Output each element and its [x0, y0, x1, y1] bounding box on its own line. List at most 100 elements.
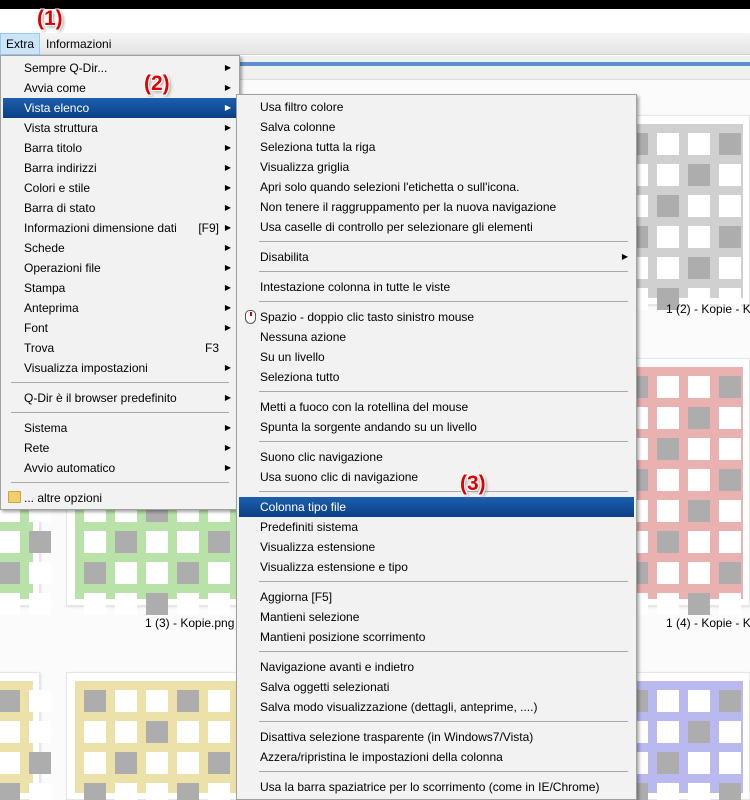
menu-item-label: Salva modo visualizzazione (dettagli, an… — [260, 700, 538, 714]
menu-item-label: Trova — [24, 341, 55, 355]
menu-item-operazioni-file[interactable]: Operazioni file ▶ — [3, 258, 237, 278]
menu-item-vista-elenco[interactable]: Vista elenco ▶ — [3, 98, 237, 118]
submenu-arrow-icon: ▶ — [224, 303, 231, 312]
menu-item-aggiorna-f5[interactable]: Aggiorna [F5] — [239, 587, 634, 607]
callout-3: (3) — [460, 472, 486, 495]
menu-item-vista-struttura[interactable]: Vista struttura ▶ — [3, 118, 237, 138]
submenu-arrow-icon: ▶ — [224, 143, 231, 152]
menu-item-label: Su un livello — [260, 350, 325, 364]
menu-item-label: ... altre opzioni — [24, 491, 103, 505]
menu-item-label: Spazio - doppio clic tasto sinistro mous… — [260, 310, 475, 324]
menu-item-nessuna-azione[interactable]: Nessuna azione — [239, 327, 634, 347]
menu-item-mantieni-selezione[interactable]: Mantieni selezione — [239, 607, 634, 627]
menu-item-label: Colori e stile — [24, 181, 91, 195]
menu-item-navigazione-avanti-e-indietro[interactable]: Navigazione avanti e indietro — [239, 657, 634, 677]
menu-item-label: Suono clic navigazione — [260, 450, 383, 464]
menu-item-barra-di-stato[interactable]: Barra di stato ▶ — [3, 198, 237, 218]
menu-separator — [259, 441, 628, 442]
menu-item-font[interactable]: Font ▶ — [3, 318, 237, 338]
menu-item-usa-suono-clic-di-navigazione[interactable]: Usa suono clic di navigazione — [239, 467, 634, 487]
menu-item-sempre-q-dir[interactable]: Sempre Q-Dir... ▶ — [3, 58, 237, 78]
submenu-arrow-icon: ▶ — [224, 223, 231, 232]
menu-item-label: Mantieni selezione — [260, 610, 360, 624]
menu-item-avvio-automatico[interactable]: Avvio automatico ▶ — [3, 458, 237, 478]
menu-item-visualizza-griglia[interactable]: Visualizza griglia — [239, 157, 634, 177]
menu-item-label: Colonna tipo file — [260, 500, 347, 514]
menu-item-label: Operazioni file — [24, 261, 101, 275]
menu-item-label: Seleziona tutto — [260, 370, 340, 384]
menu-item-azzera-ripristina-le-impostazioni-della-colonna[interactable]: Azzera/ripristina le impostazioni della … — [239, 747, 634, 767]
menu-item-label: Schede — [24, 241, 65, 255]
active-pane-bar — [238, 62, 750, 66]
submenu-arrow-icon: ▶ — [224, 323, 231, 332]
menu-item-informazioni-dimensione-dati[interactable]: Informazioni dimensione dati [F9] ▶ — [3, 218, 237, 238]
menu-item-label: Rete — [24, 441, 50, 455]
thumbnail-image — [75, 681, 261, 800]
menu-item-salva-colonne[interactable]: Salva colonne — [239, 117, 634, 137]
menu-item-label: Avvio automatico — [24, 461, 116, 475]
menu-item-colori-e-stile[interactable]: Colori e stile ▶ — [3, 178, 237, 198]
menu-item-non-tenere-il-raggruppamento-per-la-nuova-navigazione[interactable]: Non tenere il raggruppamento per la nuov… — [239, 197, 634, 217]
menu-item-disattiva-selezione-trasparente-in-windows7-vista[interactable]: Disattiva selezione trasparente (in Wind… — [239, 727, 634, 747]
menu-item-seleziona-tutto[interactable]: Seleziona tutto — [239, 367, 634, 387]
menu-item-su-un-livello[interactable]: Su un livello — [239, 347, 634, 367]
menu-item-q-dir-il-browser-predefinito[interactable]: Q-Dir è il browser predefinito ▶ — [3, 388, 237, 408]
menu-item-spazio-doppio-clic-tasto-sinistro-mouse[interactable]: Spazio - doppio clic tasto sinistro mous… — [239, 307, 634, 327]
menu-item-label: Navigazione avanti e indietro — [260, 660, 415, 674]
menu-item-mantieni-posizione-scorrimento[interactable]: Mantieni posizione scorrimento — [239, 627, 634, 647]
menu-item-usa-filtro-colore[interactable]: Usa filtro colore — [239, 97, 634, 117]
shortcut-text: [F9] — [198, 221, 219, 235]
menu-item-label: Usa caselle di controllo per selezionare… — [260, 220, 533, 234]
menu-item-label: Nessuna azione — [260, 330, 347, 344]
menu-item-trova[interactable]: Trova F3 — [3, 338, 237, 358]
menu-item-sistema[interactable]: Sistema ▶ — [3, 418, 237, 438]
folder-icon — [8, 491, 21, 503]
submenu-arrow-icon: ▶ — [224, 203, 231, 212]
menu-item-barra-indirizzi[interactable]: Barra indirizzi ▶ — [3, 158, 237, 178]
menu-informazioni[interactable]: Informazioni — [41, 33, 116, 55]
menu-separator — [259, 391, 628, 392]
menu-item-label: Seleziona tutta la riga — [260, 140, 376, 154]
menu-item-label: Barra di stato — [24, 201, 96, 215]
submenu-arrow-icon: ▶ — [224, 63, 231, 72]
menu-item-schede[interactable]: Schede ▶ — [3, 238, 237, 258]
menu-separator — [259, 651, 628, 652]
menu-item-disabilita[interactable]: Disabilita ▶ — [239, 247, 634, 267]
menu-item-salva-modo-visualizzazione-dettagli-anteprime[interactable]: Salva modo visualizzazione (dettagli, an… — [239, 697, 634, 717]
menu-item-suono-clic-navigazione[interactable]: Suono clic navigazione — [239, 447, 634, 467]
menu-item-predefiniti-sistema[interactable]: Predefiniti sistema — [239, 517, 634, 537]
menu-item-visualizza-impostazioni[interactable]: Visualizza impostazioni ▶ — [3, 358, 237, 378]
extra-menu: Sempre Q-Dir... ▶ Avvia come ▶ Vista elenco ▶… — [0, 55, 240, 510]
menu-item-barra-titolo[interactable]: Barra titolo ▶ — [3, 138, 237, 158]
thumbnail-label[interactable]: 1 (4) - Kopie - Ko — [666, 616, 750, 630]
menu-item-metti-a-fuoco-con-la-rotellina-del-mouse[interactable]: Metti a fuoco con la rotellina del mouse — [239, 397, 634, 417]
menu-item-visualizza-estensione[interactable]: Visualizza estensione — [239, 537, 634, 557]
menu-separator — [259, 581, 628, 582]
submenu-arrow-icon: ▶ — [224, 123, 231, 132]
menu-item-rete[interactable]: Rete ▶ — [3, 438, 237, 458]
menu-bar: Extra Informazioni — [0, 33, 750, 55]
menu-extra[interactable]: Extra — [0, 33, 41, 55]
menu-item-intestazione-colonna-in-tutte-le-viste[interactable]: Intestazione colonna in tutte le viste — [239, 277, 634, 297]
menu-item-visualizza-estensione-e-tipo[interactable]: Visualizza estensione e tipo — [239, 557, 634, 577]
menu-item-seleziona-tutta-la-riga[interactable]: Seleziona tutta la riga — [239, 137, 634, 157]
menu-item-apri-solo-quando-selezioni-l-etichetta-o-sull-icona[interactable]: Apri solo quando selezioni l'etichetta o… — [239, 177, 634, 197]
menu-item-label: Non tenere il raggruppamento per la nuov… — [260, 200, 557, 214]
thumbnail-label[interactable]: 1 (3) - Kopie.png — [145, 616, 234, 630]
thumbnail-image — [0, 681, 51, 800]
menu-item-anteprima[interactable]: Anteprima ▶ — [3, 298, 237, 318]
menu-item-colonna-tipo-file[interactable]: Colonna tipo file — [239, 497, 634, 517]
menu-item-spunta-la-sorgente-andando-su-un-livello[interactable]: Spunta la sorgente andando su un livello — [239, 417, 634, 437]
menu-item-stampa[interactable]: Stampa ▶ — [3, 278, 237, 298]
shortcut-text: F3 — [204, 341, 219, 355]
menu-item-salva-oggetti-selezionati[interactable]: Salva oggetti selezionati — [239, 677, 634, 697]
menu-item-label: Predefiniti sistema — [260, 520, 359, 534]
submenu-arrow-icon: ▶ — [224, 243, 231, 252]
thumbnail-label[interactable]: 1 (2) - Kopie - Ko — [666, 302, 750, 316]
menu-item-altre-opzioni[interactable]: ... altre opzioni — [3, 488, 237, 508]
image-thumbnail[interactable] — [0, 672, 51, 800]
menu-separator — [259, 491, 628, 492]
menu-item-avvia-come[interactable]: Avvia come ▶ — [3, 78, 237, 98]
menu-item-usa-la-barra-spaziatrice-per-lo-scorrimento-come-in-ie-chrome[interactable]: Usa la barra spaziatrice per lo scorrime… — [239, 777, 634, 797]
menu-item-usa-caselle-di-controllo-per-selezionare-gli-elementi[interactable]: Usa caselle di controllo per selezionare… — [239, 217, 634, 237]
